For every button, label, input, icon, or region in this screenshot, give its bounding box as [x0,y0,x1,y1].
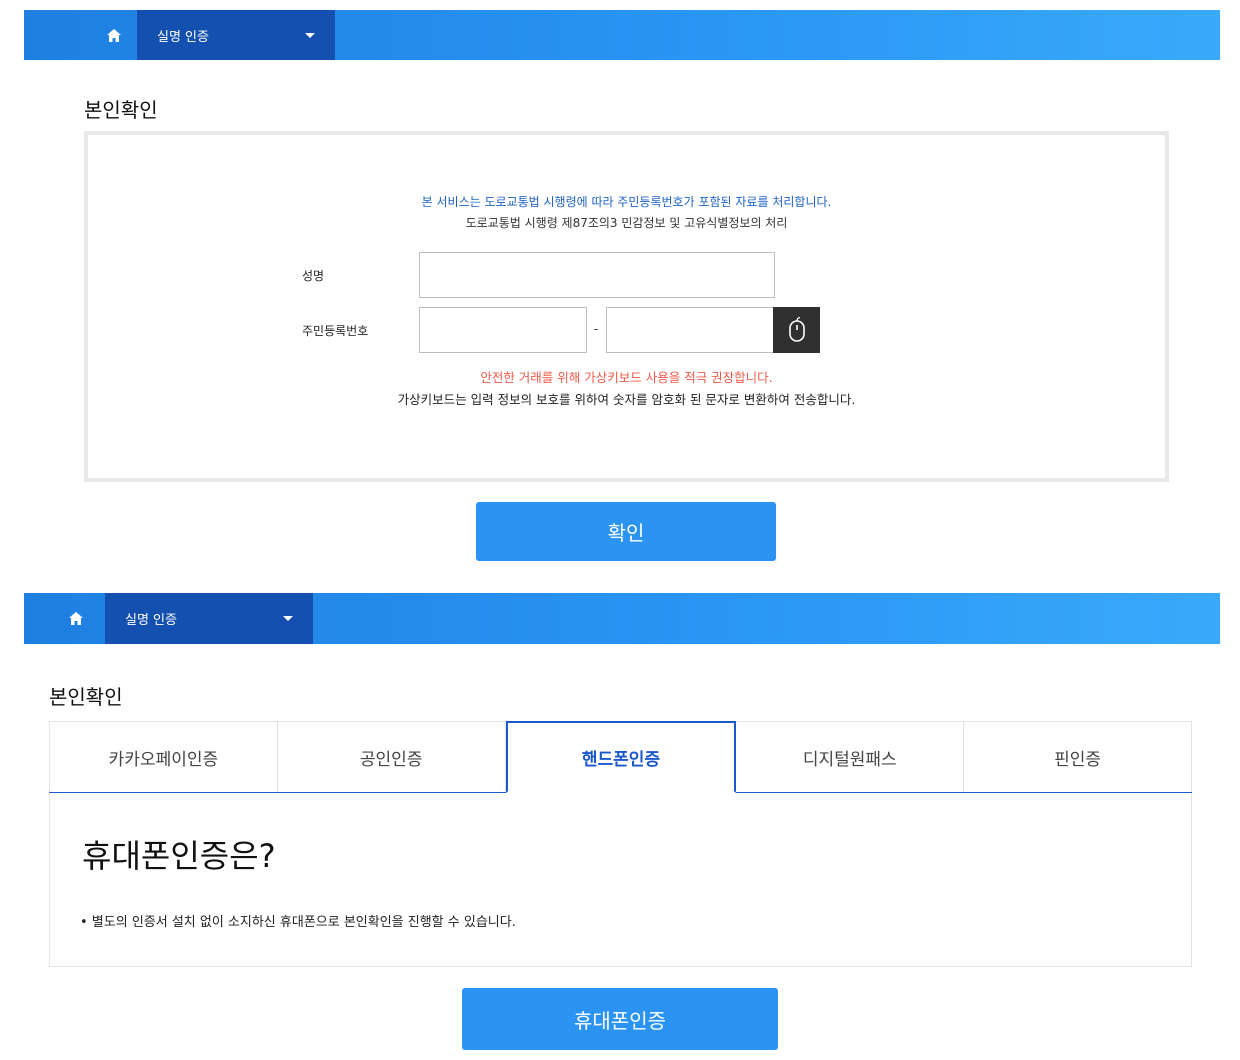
tab-kakaopay[interactable]: 카카오페이인증 [50,722,278,792]
home-button[interactable] [54,593,98,644]
home-icon [107,28,121,42]
rrn-label: 주민등록번호 [302,324,369,338]
chevron-down-icon [305,32,315,38]
chevron-down-icon [283,616,293,621]
privacy-notice: 본 서비스는 도로교통법 시행령에 따라 주민등록번호가 포함된 자료를 처리합… [421,195,832,209]
virtual-keyboard-info: 가상키보드는 입력 정보의 보호를 위하여 숫자를 암호화 된 문자로 변환하여… [397,392,856,407]
nav-menu-dropdown[interactable]: 실명 인증 [137,10,335,60]
rrn-dash: - [594,322,599,336]
tab-pin[interactable]: 핀인증 [964,722,1192,792]
home-button[interactable] [92,10,136,60]
identity-form-box: 본 서비스는 도로교통법 시행령에 따라 주민등록번호가 포함된 자료를 처리합… [84,131,1169,482]
nav-menu-dropdown[interactable]: 실명 인증 [105,593,313,644]
nav-menu-label: 실명 인증 [157,29,209,45]
virtual-keyboard-button[interactable] [773,307,820,353]
bottom-navbar: 실명 인증 [24,593,1220,644]
rrn-back-input[interactable] [606,307,774,353]
phone-auth-panel: 휴대폰인증은? • 별도의 인증서 설치 없이 소지하신 휴대폰으로 본인확인을… [49,793,1192,967]
tab-phone[interactable]: 핸드폰인증 [505,721,737,793]
top-navbar: 실명 인증 [24,10,1220,60]
nav-menu-label: 실명 인증 [125,613,177,628]
name-input[interactable] [419,252,775,298]
privacy-notice-sub: 도로교통법 시행령 제87조의3 민감정보 및 고유식별정보의 처리 [465,216,788,230]
tab-digital-onepass[interactable]: 디지털원패스 [736,722,965,792]
rrn-front-input[interactable] [419,307,587,353]
phone-auth-button[interactable]: 휴대폰인증 [462,988,778,1050]
home-icon [69,612,83,625]
tab-certificate[interactable]: 공인인증 [277,722,506,792]
panel-description: • 별도의 인증서 설치 없이 소지하신 휴대폰으로 본인확인을 진행할 수 있… [80,915,516,930]
name-label: 성명 [302,269,325,283]
virtual-keyboard-warning: 안전한 거래를 위해 가상키보드 사용을 적극 권장합니다. [480,370,773,385]
mouse-icon [788,317,805,342]
panel-heading: 휴대폰인증은? [82,837,276,875]
auth-method-tabs: 카카오페이인증 공인인증 핸드폰인증 디지털원패스 핀인증 [49,721,1192,793]
confirm-button[interactable]: 확인 [476,502,776,561]
page-title: 본인확인 [84,98,158,122]
page-title: 본인확인 [49,685,123,709]
